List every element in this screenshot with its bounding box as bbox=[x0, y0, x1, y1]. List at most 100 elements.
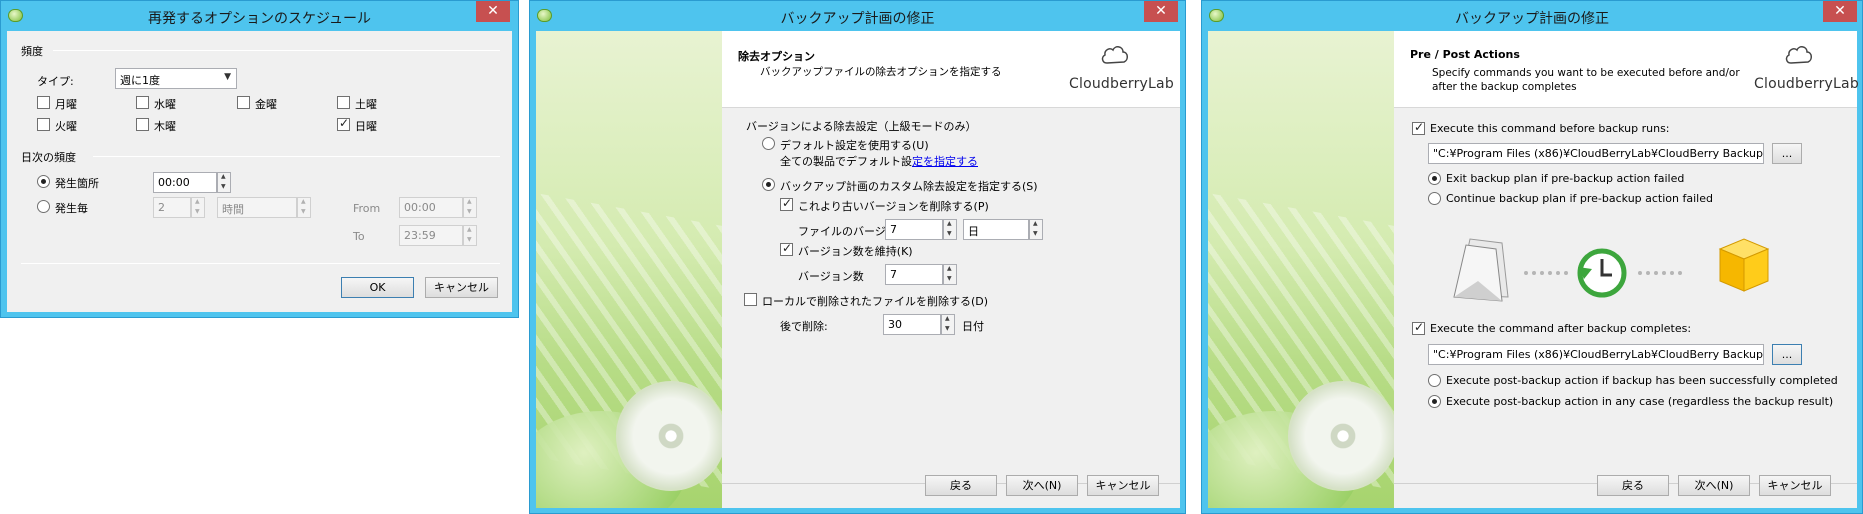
post-any-radio[interactable] bbox=[1428, 395, 1441, 408]
close-button[interactable]: ✕ bbox=[1144, 1, 1178, 22]
document-icon bbox=[1453, 238, 1509, 302]
custom-purge-radio[interactable] bbox=[762, 178, 775, 191]
wednesday-label: 水曜 bbox=[154, 98, 176, 111]
disc-art-icon bbox=[616, 381, 722, 491]
close-button[interactable]: ✕ bbox=[476, 1, 510, 22]
occurs-once-radio[interactable] bbox=[37, 175, 50, 188]
version-count-spinner[interactable] bbox=[943, 264, 957, 285]
friday-label: 金曜 bbox=[255, 98, 277, 111]
every-unit-input[interactable]: 時間 bbox=[217, 197, 297, 218]
delete-local-label: ローカルで削除されたファイルを削除する(D) bbox=[762, 295, 989, 308]
every-unit-spinner[interactable] bbox=[297, 197, 311, 218]
version-count-input[interactable]: 7 bbox=[885, 264, 943, 285]
occurs-once-spinner[interactable] bbox=[217, 172, 231, 193]
to-label: To bbox=[353, 230, 365, 243]
version-count-label: バージョン数 bbox=[798, 270, 864, 283]
from-label: From bbox=[353, 202, 381, 215]
from-time-spinner[interactable] bbox=[463, 197, 477, 218]
delete-after-input[interactable]: 30 bbox=[883, 314, 941, 335]
wednesday-checkbox[interactable] bbox=[136, 96, 149, 109]
custom-purge-label: バックアップ計画のカスタム除去設定を指定する(S) bbox=[780, 180, 1038, 193]
purge-options-dialog: バックアップ計画の修正 ✕ 除去オプション バックアップファイルの除去オプション… bbox=[529, 0, 1186, 514]
pre-browse-button[interactable]: ... bbox=[1772, 143, 1802, 164]
pre-command-input[interactable]: "C:¥Program Files (x86)¥CloudBerryLab¥Cl… bbox=[1428, 143, 1764, 164]
back-button[interactable]: 戻る bbox=[1597, 475, 1669, 496]
file-version-unit-spinner[interactable] bbox=[1029, 219, 1043, 240]
type-label: タイプ: bbox=[37, 75, 74, 88]
delete-after-unit: 日付 bbox=[962, 320, 984, 333]
post-browse-button[interactable]: ... bbox=[1772, 344, 1802, 365]
post-command-checkbox[interactable] bbox=[1412, 320, 1425, 335]
back-button[interactable]: 戻る bbox=[925, 475, 997, 496]
keep-versions-label: バージョン数を維持(K) bbox=[798, 245, 913, 258]
to-time-input[interactable]: 23:59 bbox=[399, 225, 463, 246]
keep-versions-checkbox[interactable] bbox=[780, 241, 793, 256]
occurs-every-radio[interactable] bbox=[37, 200, 50, 213]
file-version-unit[interactable]: 日 bbox=[963, 219, 1029, 240]
type-select[interactable]: 週に1度 ▼ bbox=[115, 68, 237, 89]
title-bar[interactable]: 再発するオプションのスケジュール ✕ bbox=[1, 1, 518, 31]
occurs-once-label: 発生箇所 bbox=[55, 177, 99, 190]
post-command-label: Execute the command after backup complet… bbox=[1430, 322, 1692, 335]
post-success-label: Execute post-backup action if backup has… bbox=[1446, 374, 1838, 387]
post-command-input[interactable]: "C:¥Program Files (x86)¥CloudBerryLab¥Cl… bbox=[1428, 344, 1764, 365]
continue-on-fail-radio[interactable] bbox=[1428, 192, 1441, 205]
next-button[interactable]: 次へ(N) bbox=[1006, 475, 1078, 496]
close-button[interactable]: ✕ bbox=[1823, 1, 1857, 22]
tuesday-checkbox[interactable] bbox=[37, 118, 50, 131]
cloudberry-logo-icon bbox=[1101, 46, 1128, 64]
from-time-input[interactable]: 00:00 bbox=[399, 197, 463, 218]
cloudberry-logo-icon bbox=[1785, 46, 1812, 64]
ok-button[interactable]: OK bbox=[341, 277, 414, 298]
connector-dots-right bbox=[1638, 271, 1682, 275]
wizard-header: 除去オプション バックアップファイルの除去オプションを指定する Cloudber… bbox=[722, 31, 1180, 108]
separator bbox=[53, 50, 500, 51]
header-description-1: Specify commands you want to be executed… bbox=[1432, 67, 1740, 79]
use-default-label: デフォルト設定を使用する(U) bbox=[780, 139, 929, 152]
cancel-button[interactable]: キャンセル bbox=[1759, 475, 1831, 496]
friday-checkbox[interactable] bbox=[237, 96, 250, 109]
file-version-spinner[interactable] bbox=[943, 219, 957, 240]
saturday-checkbox[interactable] bbox=[337, 96, 350, 109]
dialog-body: 頻度 タイプ: 週に1度 ▼ 月曜 水曜 金曜 土曜 火曜 木曜 日曜 日次の頻… bbox=[7, 31, 512, 312]
file-version-input[interactable]: 7 bbox=[885, 219, 943, 240]
sunday-label: 日曜 bbox=[355, 120, 377, 133]
thursday-checkbox[interactable] bbox=[136, 118, 149, 131]
occurs-once-time-input[interactable]: 00:00 bbox=[153, 172, 217, 193]
wizard-side-art bbox=[1208, 31, 1394, 508]
exit-on-fail-radio[interactable] bbox=[1428, 172, 1441, 185]
default-note: 全ての製品でデフォルト設定を指定する bbox=[780, 153, 978, 169]
sunday-checkbox[interactable] bbox=[337, 116, 350, 131]
every-count-input[interactable]: 2 bbox=[153, 197, 191, 218]
separator bbox=[93, 156, 500, 157]
thursday-label: 木曜 bbox=[154, 120, 176, 133]
delete-after-spinner[interactable] bbox=[941, 314, 955, 335]
title-bar[interactable]: バックアップ計画の修正 ✕ bbox=[1202, 1, 1862, 31]
delete-older-checkbox[interactable] bbox=[780, 196, 793, 211]
delete-local-checkbox[interactable] bbox=[744, 293, 757, 306]
post-success-radio[interactable] bbox=[1428, 374, 1441, 387]
separator bbox=[21, 263, 500, 264]
chevron-down-icon: ▼ bbox=[224, 72, 231, 82]
version-purge-group: バージョンによる除去設定（上級モードのみ） bbox=[746, 120, 977, 133]
title-bar[interactable]: バックアップ計画の修正 ✕ bbox=[530, 1, 1185, 31]
monday-label: 月曜 bbox=[55, 98, 77, 111]
type-select-value: 週に1度 bbox=[120, 74, 160, 87]
every-count-spinner[interactable] bbox=[191, 197, 205, 218]
monday-checkbox[interactable] bbox=[37, 96, 50, 109]
to-time-spinner[interactable] bbox=[463, 225, 477, 246]
next-button[interactable]: 次へ(N) bbox=[1678, 475, 1750, 496]
use-default-radio[interactable] bbox=[762, 137, 775, 150]
wizard-side-art bbox=[536, 31, 722, 508]
set-default-link[interactable]: 定を指定する bbox=[912, 155, 978, 168]
cancel-button[interactable]: キャンセル bbox=[425, 277, 498, 298]
backup-flow-illustration bbox=[1453, 238, 1770, 302]
cancel-button[interactable]: キャンセル bbox=[1087, 475, 1159, 496]
package-box-icon bbox=[1718, 238, 1770, 292]
wizard-header: Pre / Post Actions Specify commands you … bbox=[1394, 31, 1859, 108]
post-any-label: Execute post-backup action in any case (… bbox=[1446, 395, 1834, 408]
continue-on-fail-label: Continue backup plan if pre-backup actio… bbox=[1446, 192, 1713, 205]
pre-command-checkbox[interactable] bbox=[1412, 120, 1425, 135]
wizard-body: Pre / Post Actions Specify commands you … bbox=[1394, 31, 1859, 508]
wizard-body: 除去オプション バックアップファイルの除去オプションを指定する Cloudber… bbox=[722, 31, 1180, 508]
